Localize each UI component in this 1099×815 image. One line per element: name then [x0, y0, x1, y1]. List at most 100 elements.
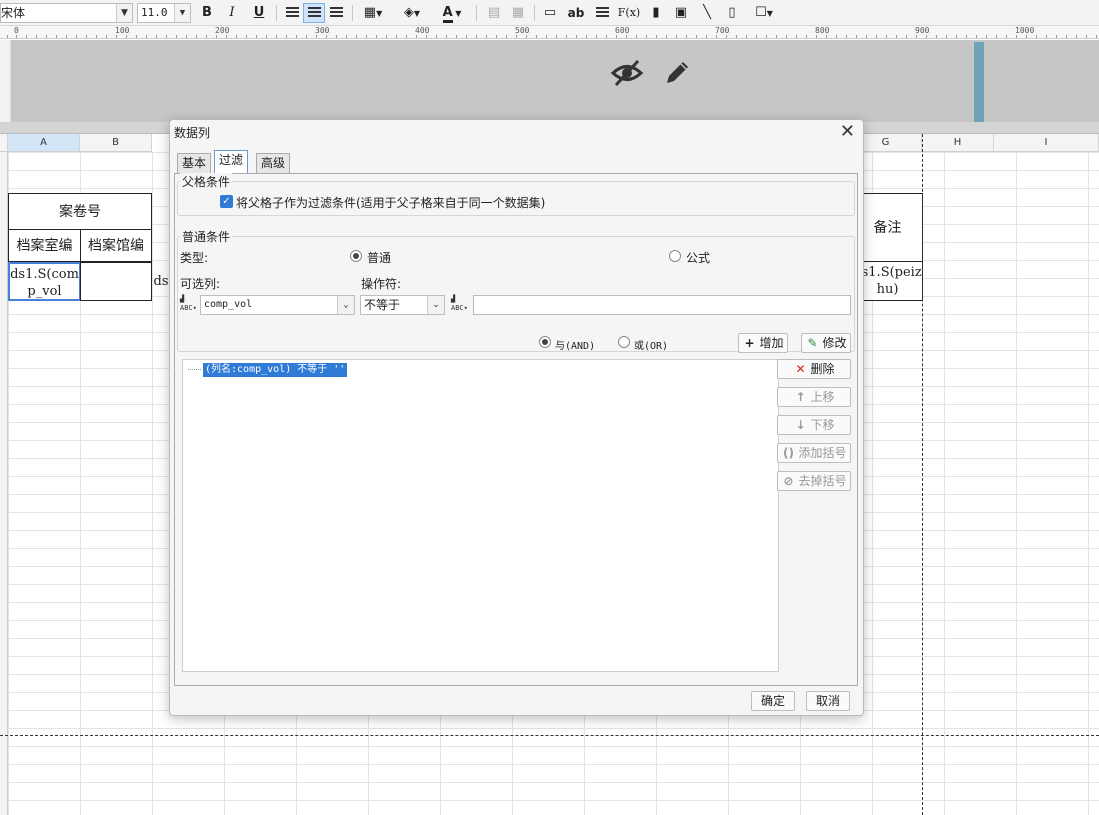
- row-header-gutter[interactable]: [0, 152, 8, 815]
- split-cell-icon[interactable]: ▦: [507, 3, 529, 23]
- font-size-select[interactable]: 11.0 ▼: [137, 3, 191, 23]
- chevron-down-icon[interactable]: ▼: [174, 4, 190, 22]
- edit-icon: ✎: [807, 336, 818, 350]
- ruler-label: 800: [815, 26, 830, 35]
- border-icon[interactable]: ▦▼: [357, 3, 389, 23]
- parent-filter-checkbox[interactable]: ✓: [220, 195, 233, 208]
- move-up-label: 上移: [810, 390, 835, 404]
- close-icon[interactable]: ✕: [840, 121, 855, 142]
- modify-condition-label: 修改: [822, 336, 847, 350]
- condition-value-input[interactable]: [473, 295, 851, 315]
- merge-cell-icon[interactable]: ▤: [483, 3, 505, 23]
- ruler-label: 600: [615, 26, 630, 35]
- remove-bracket-label: 去掉括号: [798, 474, 847, 488]
- join-and-label: 与(AND): [555, 341, 596, 352]
- column-header-b[interactable]: B: [80, 134, 152, 152]
- arrow-up-icon: ↑: [795, 390, 806, 404]
- column-header-a[interactable]: A: [8, 134, 80, 152]
- sub-report-icon[interactable]: ▯: [721, 3, 743, 23]
- tab-filter[interactable]: 过滤: [214, 150, 249, 173]
- join-or-label: 或(OR): [634, 341, 669, 352]
- ruler-label: 700: [715, 26, 730, 35]
- chart-icon[interactable]: ▮: [645, 3, 667, 23]
- font-name-value: 宋体: [1, 6, 26, 20]
- toolbar-divider: [476, 5, 477, 21]
- toolbar-divider: [276, 5, 277, 21]
- column-header-i[interactable]: I: [994, 134, 1099, 152]
- dialog-title: 数据列: [174, 126, 211, 140]
- column-select[interactable]: comp_vol ⌄: [200, 295, 355, 315]
- join-or-radio[interactable]: [618, 336, 630, 348]
- operator-select[interactable]: 不等于 ⌄: [360, 295, 445, 315]
- bold-button[interactable]: B: [196, 3, 218, 23]
- arrow-down-icon: ↓: [795, 418, 806, 432]
- insert-cell-icon[interactable]: ▭: [539, 3, 561, 23]
- type-normal-radio[interactable]: [350, 250, 362, 262]
- cell-b-empty[interactable]: [80, 262, 152, 301]
- ruler-label: 100: [115, 26, 130, 35]
- add-bracket-label: 添加括号: [798, 446, 847, 460]
- chevron-down-icon[interactable]: ▼: [116, 4, 132, 22]
- operator-select-value: 不等于: [364, 298, 401, 312]
- toolbar-divider: [352, 5, 353, 21]
- italic-button[interactable]: I: [221, 3, 243, 23]
- vertical-ruler: [0, 40, 11, 122]
- column-select-value: comp_vol: [204, 299, 253, 310]
- cell-dang-an-guan[interactable]: 档案馆编: [80, 229, 152, 262]
- tab-basic[interactable]: 基本: [177, 153, 212, 173]
- cell-a-formula[interactable]: ds1.S(comp_vol: [8, 262, 81, 301]
- fill-color-icon[interactable]: ◈▼: [396, 3, 428, 23]
- ruler-label: 1000: [1015, 26, 1035, 35]
- cell-c-fragment[interactable]: ds: [152, 262, 170, 301]
- font-color-button[interactable]: A ▼: [435, 3, 469, 23]
- text-element-button[interactable]: ab: [565, 3, 587, 23]
- page-boundary-marker: [974, 42, 984, 122]
- abc-type-icon[interactable]: ▟ ABC▾: [180, 295, 200, 315]
- remove-bracket-button[interactable]: ⊘ 去掉括号: [777, 471, 851, 491]
- underline-button[interactable]: U: [248, 3, 270, 23]
- type-label: 类型:: [180, 251, 209, 265]
- ok-button[interactable]: 确定: [751, 691, 795, 711]
- cell-border-icon[interactable]: ☐▼: [748, 3, 780, 23]
- join-and-radio[interactable]: [539, 336, 551, 348]
- ruler-label: 500: [515, 26, 530, 35]
- report-header-area[interactable]: [11, 40, 1099, 122]
- image-icon[interactable]: ▣: [670, 3, 692, 23]
- rich-text-icon[interactable]: [591, 3, 613, 23]
- corner-header[interactable]: [0, 134, 8, 152]
- add-condition-button[interactable]: + 增加: [738, 333, 788, 353]
- move-up-button[interactable]: ↑ 上移: [777, 387, 851, 407]
- page-break-vertical: [922, 134, 923, 815]
- filter-tab-panel: 父格条件 ✓ 将父格子作为过滤条件(适用于父子格来自于同一个数据集) 普通条件 …: [174, 173, 858, 686]
- cell-juan-hao[interactable]: 案卷号: [8, 193, 152, 230]
- ruler-label: 300: [315, 26, 330, 35]
- type-formula-radio[interactable]: [669, 250, 681, 262]
- toolbar-divider: [534, 5, 535, 21]
- tab-advanced[interactable]: 高级: [256, 153, 291, 173]
- abc-value-type-icon[interactable]: ▟ ABC▾: [451, 295, 471, 315]
- cell-dang-an-shi[interactable]: 档案室编: [8, 229, 81, 262]
- formula-button[interactable]: F(x): [616, 3, 642, 23]
- add-bracket-button[interactable]: () 添加括号: [777, 443, 851, 463]
- ruler-label: 0: [14, 26, 19, 35]
- condition-list[interactable]: (列名:comp_vol) 不等于 '': [182, 359, 779, 672]
- chevron-down-icon[interactable]: ⌄: [337, 296, 354, 314]
- font-name-select[interactable]: 宋体 ▼: [0, 3, 133, 23]
- plus-icon: +: [744, 336, 755, 350]
- slash-icon[interactable]: ╲: [696, 3, 718, 23]
- chevron-down-icon[interactable]: ⌄: [427, 296, 444, 314]
- parent-filter-label: 将父格子作为过滤条件(适用于父子格来自于同一个数据集): [236, 196, 546, 210]
- eye-slash-icon[interactable]: [610, 56, 644, 97]
- delete-button[interactable]: ✕ 删除: [777, 359, 851, 379]
- pencil-icon[interactable]: [662, 56, 694, 95]
- condition-list-item[interactable]: (列名:comp_vol) 不等于 '': [203, 363, 348, 377]
- cancel-button[interactable]: 取消: [806, 691, 850, 711]
- align-center-icon[interactable]: [303, 3, 325, 23]
- page-break-horizontal: [0, 735, 1099, 736]
- modify-condition-button[interactable]: ✎ 修改: [801, 333, 851, 353]
- column-header-h[interactable]: H: [922, 134, 994, 152]
- move-down-button[interactable]: ↓ 下移: [777, 415, 851, 435]
- align-left-icon[interactable]: [281, 3, 303, 23]
- type-formula-label: 公式: [686, 251, 711, 265]
- align-right-icon[interactable]: [325, 3, 347, 23]
